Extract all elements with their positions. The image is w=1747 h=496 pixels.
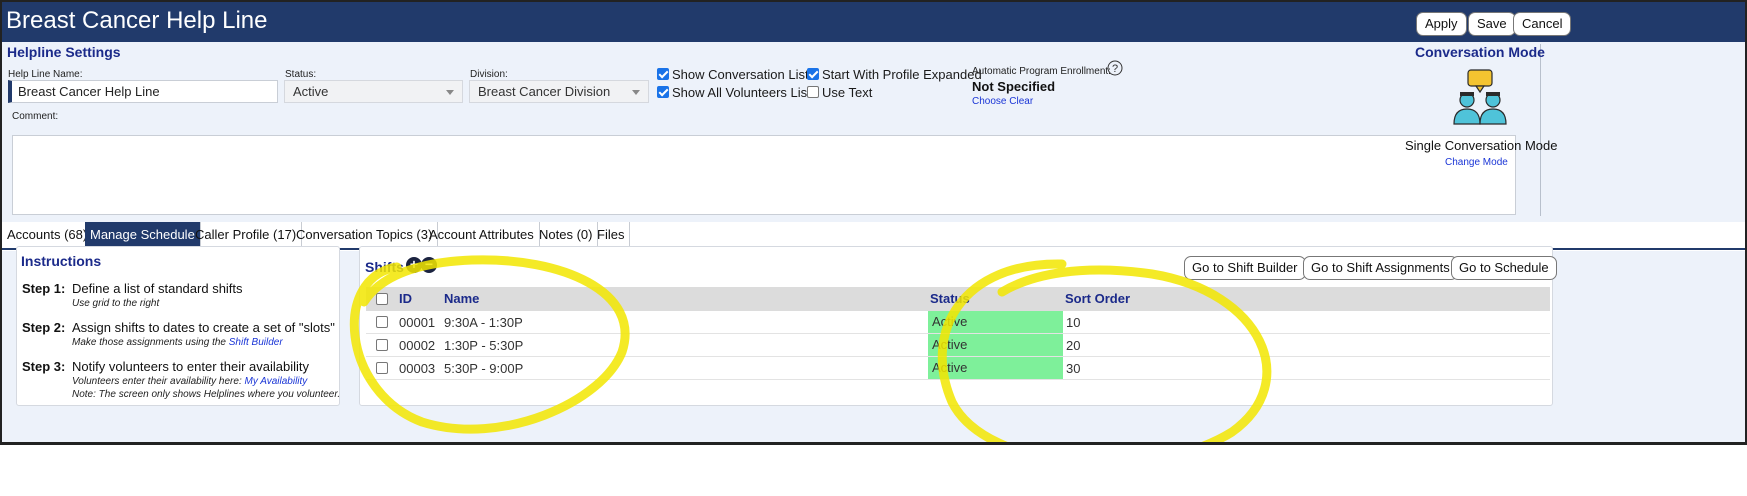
shift-id: 00001 bbox=[399, 315, 436, 330]
conversation-mode-value: Single Conversation Mode bbox=[1405, 138, 1558, 153]
clear-link[interactable]: Clear bbox=[1009, 96, 1033, 107]
column-id[interactable]: ID bbox=[399, 291, 412, 306]
tab-files[interactable]: Files bbox=[592, 222, 631, 248]
shift-id: 00003 bbox=[399, 361, 436, 376]
go-to-shift-assignments-button[interactable]: Go to Shift Assignments bbox=[1303, 256, 1458, 280]
shift-sort-order: 10 bbox=[1066, 315, 1081, 330]
division-label: Division: bbox=[470, 69, 508, 80]
status-label: Status: bbox=[285, 69, 317, 80]
app-window: Breast Cancer Help Line Apply Save Cance… bbox=[0, 0, 1747, 444]
window-title: Breast Cancer Help Line bbox=[6, 7, 268, 34]
plus-circle-icon[interactable]: + bbox=[406, 257, 422, 273]
shifts-table-header: ID Name Status Sort Order bbox=[366, 287, 1550, 311]
show-all-volunteers-label: Show All Volunteers List bbox=[672, 85, 811, 100]
schedule-content: Instructions Step 1: Define a list of st… bbox=[2, 246, 1745, 442]
step-3-sub-text: Volunteers enter their availability here… bbox=[72, 376, 245, 387]
blank-area bbox=[0, 444, 1747, 496]
conversation-mode-heading: Conversation Mode bbox=[1415, 44, 1545, 60]
cancel-button[interactable]: Cancel bbox=[1513, 12, 1572, 36]
shift-sort-order: 30 bbox=[1066, 361, 1081, 376]
helpline-settings-panel: Helpline Settings Help Line Name: Breast… bbox=[2, 42, 1745, 222]
help-line-name-input[interactable]: Breast Cancer Help Line bbox=[8, 80, 278, 103]
tab-account-attributes[interactable]: Account Attributes bbox=[424, 222, 540, 248]
comment-textarea[interactable] bbox=[12, 135, 1516, 215]
chevron-down-icon bbox=[446, 90, 454, 95]
show-conversation-list-checkbox[interactable] bbox=[657, 68, 669, 80]
shifts-heading: Shifts bbox=[365, 259, 404, 275]
instructions-heading: Instructions bbox=[21, 253, 102, 269]
shift-sort-order: 20 bbox=[1066, 338, 1081, 353]
go-to-schedule-button[interactable]: Go to Schedule bbox=[1451, 256, 1557, 280]
tab-notes[interactable]: Notes (0) bbox=[534, 222, 599, 248]
step-2-sub-text: Make those assignments using the bbox=[72, 337, 229, 348]
divider bbox=[1540, 44, 1541, 216]
step-3-sub: Volunteers enter their availability here… bbox=[72, 376, 307, 387]
table-row[interactable]: 00003 5:30P - 9:00P Active 30 bbox=[366, 357, 1550, 380]
shifts-panel: Shifts + − Go to Shift Builder Go to Shi… bbox=[359, 246, 1557, 406]
help-line-name-label: Help Line Name: bbox=[8, 69, 83, 80]
go-to-shift-builder-button[interactable]: Go to Shift Builder bbox=[1184, 256, 1306, 280]
show-conversation-list-label: Show Conversation List bbox=[672, 67, 809, 82]
division-select-value: Breast Cancer Division bbox=[478, 84, 611, 99]
settings-heading: Helpline Settings bbox=[7, 44, 121, 60]
shift-status: Active bbox=[928, 357, 1063, 379]
change-mode-link[interactable]: Change Mode bbox=[1445, 157, 1508, 168]
show-all-volunteers-checkbox[interactable] bbox=[657, 86, 669, 98]
shift-name: 5:30P - 9:00P bbox=[444, 361, 524, 376]
step-2-label: Step 2: bbox=[22, 320, 66, 335]
shift-name: 1:30P - 5:30P bbox=[444, 338, 524, 353]
title-bar: Breast Cancer Help Line Apply Save Cance… bbox=[2, 2, 1745, 42]
step-1-text: Define a list of standard shifts bbox=[72, 281, 243, 296]
row-checkbox[interactable] bbox=[376, 362, 388, 374]
step-2-text: Assign shifts to dates to create a set o… bbox=[72, 320, 335, 335]
step-3-label: Step 3: bbox=[22, 359, 66, 374]
step-1-label: Step 1: bbox=[22, 281, 66, 296]
row-checkbox[interactable] bbox=[376, 316, 388, 328]
enrollment-actions: Choose Clear bbox=[972, 96, 1033, 107]
use-text-label: Use Text bbox=[822, 85, 873, 100]
enrollment-label: Automatic Program Enrollment: bbox=[972, 66, 1111, 77]
comment-label: Comment: bbox=[12, 111, 59, 122]
shift-name: 9:30A - 1:30P bbox=[444, 315, 523, 330]
table-row[interactable]: 00001 9:30A - 1:30P Active 10 bbox=[366, 311, 1550, 334]
status-select-value: Active bbox=[293, 84, 329, 99]
apply-button[interactable]: Apply bbox=[1416, 12, 1467, 36]
change-mode-label[interactable]: Change Mode bbox=[1445, 157, 1508, 168]
my-availability-link[interactable]: My Availability bbox=[245, 376, 308, 387]
shift-status: Active bbox=[928, 311, 1063, 333]
chevron-down-icon bbox=[632, 90, 640, 95]
table-row[interactable]: 00002 1:30P - 5:30P Active 20 bbox=[366, 334, 1550, 357]
tab-manage-schedule[interactable]: Manage Schedule bbox=[85, 222, 201, 248]
select-all-checkbox[interactable] bbox=[376, 293, 388, 305]
division-select[interactable]: Breast Cancer Division bbox=[469, 80, 649, 103]
status-select[interactable]: Active bbox=[284, 80, 463, 103]
start-profile-expanded-checkbox[interactable] bbox=[807, 68, 819, 80]
choose-link[interactable]: Choose bbox=[972, 96, 1006, 107]
shift-status: Active bbox=[928, 334, 1063, 356]
instructions-panel: Instructions Step 1: Define a list of st… bbox=[16, 246, 340, 406]
shift-builder-link[interactable]: Shift Builder bbox=[229, 337, 283, 348]
minus-circle-icon[interactable]: − bbox=[421, 257, 437, 273]
step-3-text: Notify volunteers to enter their availab… bbox=[72, 359, 310, 374]
step-2-sub: Make those assignments using the Shift B… bbox=[72, 337, 283, 348]
use-text-checkbox[interactable] bbox=[807, 86, 819, 98]
people-chat-icon bbox=[1453, 69, 1507, 125]
tab-conversation-topics[interactable]: Conversation Topics (3) bbox=[291, 222, 439, 248]
column-name[interactable]: Name bbox=[444, 291, 479, 306]
tab-accounts[interactable]: Accounts (68) bbox=[2, 222, 94, 248]
svg-text:?: ? bbox=[1112, 63, 1118, 75]
save-button[interactable]: Save bbox=[1468, 12, 1516, 36]
column-sort-order[interactable]: Sort Order bbox=[1065, 291, 1130, 306]
enrollment-value: Not Specified bbox=[972, 79, 1056, 94]
column-status[interactable]: Status bbox=[930, 291, 970, 306]
step-1-sub: Use grid to the right bbox=[72, 298, 160, 309]
step-3-note: Note: The screen only shows Helplines wh… bbox=[72, 389, 341, 400]
shift-id: 00002 bbox=[399, 338, 436, 353]
start-profile-expanded-label: Start With Profile Expanded bbox=[822, 67, 982, 82]
question-circle-icon[interactable]: ? bbox=[1107, 60, 1123, 76]
tab-caller-profile[interactable]: Caller Profile (17) bbox=[190, 222, 303, 248]
row-checkbox[interactable] bbox=[376, 339, 388, 351]
